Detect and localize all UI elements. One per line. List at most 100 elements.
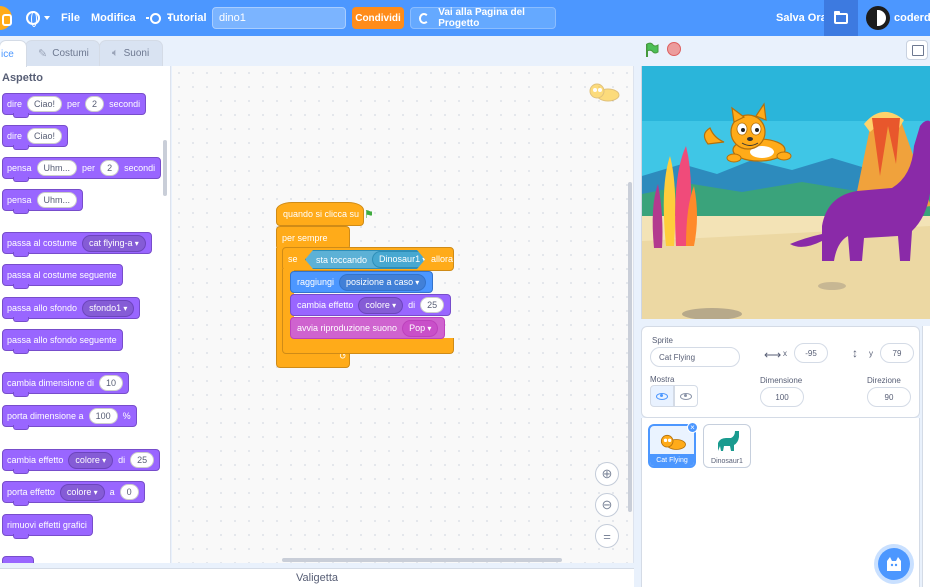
block-input[interactable]: Ciao! bbox=[27, 96, 63, 112]
zoom-reset-button[interactable]: = bbox=[595, 524, 619, 548]
change-effect-block[interactable]: cambia effetto colore di 25 bbox=[290, 294, 452, 316]
cat-sprite-icon bbox=[589, 83, 620, 102]
effect-dropdown[interactable]: colore bbox=[358, 296, 404, 314]
costume-dropdown[interactable]: cat flying-a bbox=[82, 234, 146, 252]
backpack-bar[interactable]: Valigetta bbox=[0, 568, 634, 587]
tutorial-button[interactable]: Tutorial bbox=[146, 0, 207, 36]
effect-amount-input[interactable]: 25 bbox=[420, 297, 445, 313]
x-arrows-icon: ⟷ bbox=[764, 348, 782, 362]
block-text: cambia effetto bbox=[7, 455, 64, 465]
block-set-effect[interactable]: porta effetto colore a 0 bbox=[2, 481, 145, 506]
play-sound-block[interactable]: avvia riproduzione suono Pop bbox=[290, 317, 446, 339]
add-sprite-button[interactable] bbox=[878, 548, 910, 580]
sound-dropdown[interactable]: Pop bbox=[402, 319, 439, 337]
if-bottom bbox=[282, 338, 454, 354]
edit-menu[interactable]: Modifica bbox=[91, 0, 136, 36]
block-change-effect[interactable]: cambia effetto colore di 25 bbox=[2, 449, 161, 474]
block-text: sta toccando bbox=[316, 254, 368, 265]
touching-dropdown[interactable]: Dinosaur1 bbox=[372, 251, 433, 268]
language-menu[interactable] bbox=[26, 0, 50, 36]
canvas-vertical-scrollbar[interactable] bbox=[628, 182, 632, 512]
goto-block[interactable]: raggiungi posizione a caso bbox=[290, 271, 434, 293]
dinosaur-sprite-icon bbox=[718, 431, 739, 451]
block-input[interactable]: 10 bbox=[99, 375, 124, 391]
block-input[interactable]: 100 bbox=[88, 408, 118, 424]
sprite-name-input[interactable]: Cat Flying bbox=[650, 347, 740, 367]
script-area[interactable]: quando si clicca su ⚑ per sempre ↺ se st… bbox=[172, 66, 634, 563]
if-block[interactable]: se sta toccando Dinosaur1 allora bbox=[282, 247, 454, 271]
block-input[interactable]: 0 bbox=[119, 484, 139, 500]
block-text: passa al costume bbox=[7, 238, 78, 248]
x-label: x bbox=[783, 349, 787, 358]
block-text: di bbox=[118, 455, 126, 465]
sprite-name: Cat Flying bbox=[650, 454, 694, 466]
effect-dropdown[interactable]: colore bbox=[59, 483, 105, 501]
touching-block[interactable]: sta toccando Dinosaur1 bbox=[305, 250, 425, 269]
project-page-button[interactable]: Vai alla Pagina del Progetto bbox=[410, 7, 556, 29]
block-clear-effects[interactable]: rimuovi effetti grafici bbox=[2, 514, 93, 539]
effect-dropdown[interactable]: colore bbox=[68, 451, 114, 469]
sprite-tile-cat[interactable]: × Cat Flying bbox=[648, 422, 698, 468]
stage-target-pane[interactable] bbox=[922, 326, 930, 587]
block-switch-backdrop[interactable]: passa allo sfondo sfondo1 bbox=[2, 297, 141, 322]
block-input[interactable]: Uhm... bbox=[36, 160, 78, 176]
block-text: secondi bbox=[124, 163, 156, 173]
green-flag-button[interactable] bbox=[644, 42, 660, 58]
save-now-button[interactable]: Salva Ora bbox=[776, 0, 827, 36]
block-input[interactable]: 2 bbox=[100, 160, 120, 176]
y-label: y bbox=[869, 349, 873, 358]
backdrop-dropdown[interactable]: sfondo1 bbox=[82, 299, 135, 317]
block-next-backdrop[interactable]: passa allo sfondo seguente bbox=[2, 329, 123, 354]
block-switch-costume[interactable]: passa al costume cat flying-a bbox=[2, 232, 152, 257]
zoom-in-button[interactable]: ⊕ bbox=[595, 462, 619, 486]
avatar[interactable] bbox=[866, 6, 890, 30]
show-hidden-button[interactable] bbox=[674, 385, 698, 407]
category-title: Aspetto bbox=[2, 72, 43, 84]
block-input[interactable]: Uhm... bbox=[36, 192, 78, 208]
block-say-for-secs[interactable]: dire Ciao! per 2 secondi bbox=[2, 93, 147, 118]
goto-dropdown[interactable]: posizione a caso bbox=[339, 273, 427, 291]
block-text: di bbox=[408, 300, 416, 310]
canvas-horizontal-scrollbar[interactable] bbox=[282, 558, 562, 562]
tab-sounds[interactable]: 🔈︎ Suoni bbox=[99, 40, 163, 66]
stage[interactable] bbox=[641, 66, 930, 319]
share-button[interactable]: Condividi bbox=[352, 7, 404, 29]
block-set-size[interactable]: porta dimensione a 100 % bbox=[2, 405, 137, 430]
size-input[interactable]: 100 bbox=[760, 387, 804, 407]
menu-bar: File Modifica Tutorial dino1 Condividi V… bbox=[0, 0, 930, 36]
file-menu[interactable]: File bbox=[61, 0, 80, 36]
block-partial[interactable] bbox=[2, 556, 34, 563]
y-input[interactable]: 79 bbox=[880, 343, 914, 363]
username[interactable]: coderdoj bbox=[894, 0, 930, 36]
zoom-out-button[interactable]: ⊖ bbox=[595, 493, 619, 517]
block-think[interactable]: pensa Uhm... bbox=[2, 189, 84, 214]
stop-button[interactable] bbox=[667, 42, 681, 56]
block-say[interactable]: dire Ciao! bbox=[2, 125, 69, 150]
palette-scrollbar[interactable] bbox=[163, 140, 167, 196]
eye-icon bbox=[656, 392, 668, 400]
tab-code[interactable]: ice bbox=[0, 40, 27, 67]
block-think-for-secs[interactable]: pensa Uhm... per 2 secondi bbox=[2, 157, 162, 182]
delete-sprite-icon[interactable]: × bbox=[687, 422, 698, 433]
x-input[interactable]: -95 bbox=[794, 343, 828, 363]
sprite-tile-dinosaur[interactable]: Dinosaur1 bbox=[703, 424, 751, 468]
block-text: porta effetto bbox=[7, 487, 55, 497]
tab-sounds-label: Suoni bbox=[123, 48, 150, 59]
stage-size-toggle[interactable] bbox=[906, 40, 928, 60]
project-title-input[interactable]: dino1 bbox=[212, 7, 346, 29]
block-text: a bbox=[109, 487, 115, 497]
when-flag-clicked-block[interactable]: quando si clicca su ⚑ bbox=[276, 202, 374, 226]
direction-input[interactable]: 90 bbox=[867, 387, 911, 407]
show-visible-button[interactable] bbox=[650, 385, 674, 407]
direction-label: Direzione bbox=[867, 376, 901, 385]
block-input[interactable]: Ciao! bbox=[27, 128, 63, 144]
block-next-costume[interactable]: passa al costume seguente bbox=[2, 264, 123, 289]
tab-costumes[interactable]: ✎ Costumi bbox=[25, 40, 100, 66]
scratch-logo-icon[interactable] bbox=[0, 6, 12, 30]
block-input[interactable]: 2 bbox=[85, 96, 105, 112]
block-input[interactable]: 25 bbox=[130, 452, 155, 468]
block-change-size[interactable]: cambia dimensione di 10 bbox=[2, 372, 130, 397]
my-stuff-button[interactable] bbox=[824, 0, 858, 36]
block-text: pensa bbox=[7, 195, 32, 205]
block-palette: Aspetto dire Ciao! per 2 secondi dire Ci… bbox=[0, 66, 171, 563]
